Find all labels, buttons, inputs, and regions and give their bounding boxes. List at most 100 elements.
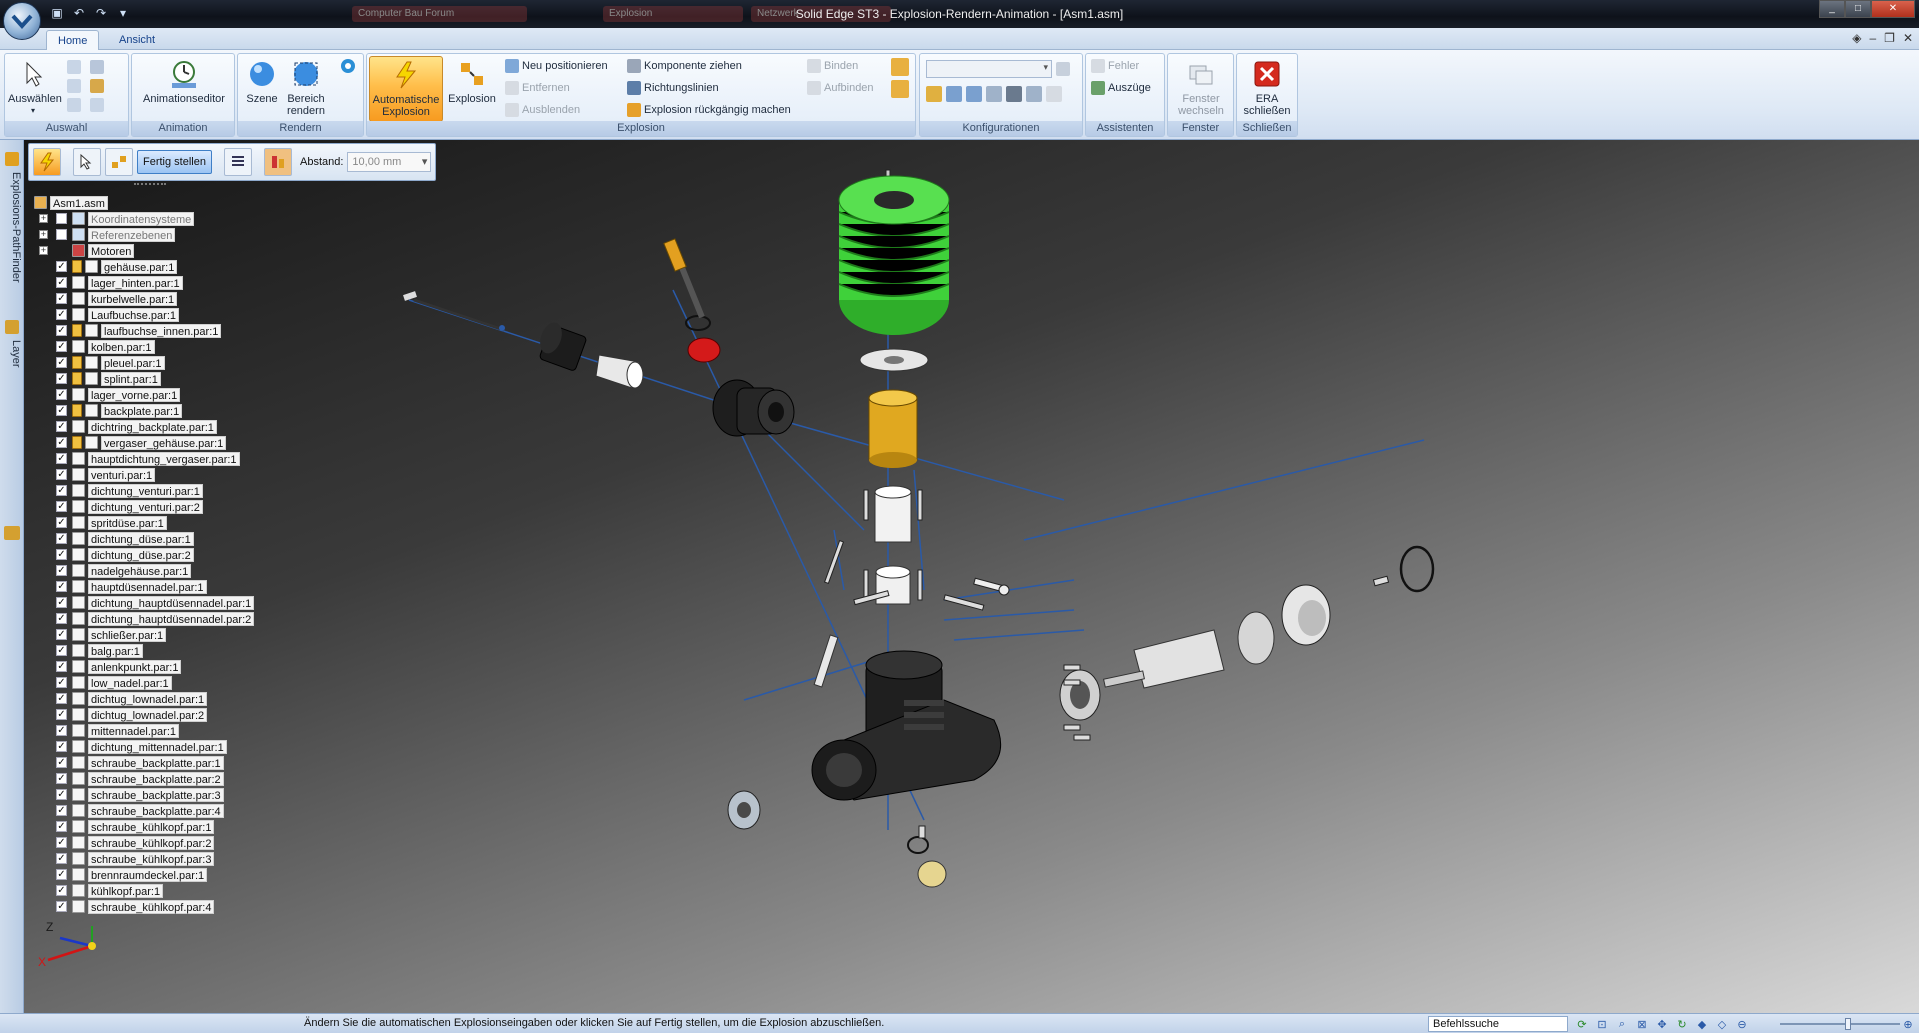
explosion-settings-icon[interactable] — [105, 148, 133, 176]
tree-part[interactable]: ✓ schraube_kühlkopf.par:3 — [32, 851, 292, 867]
flow-lines-edit-icon[interactable] — [891, 80, 909, 98]
tree-part[interactable]: ✓ kolben.par:1 — [32, 339, 292, 355]
zoom-slider-thumb[interactable] — [1845, 1018, 1851, 1030]
visibility-checkbox[interactable]: ✓ — [56, 645, 67, 656]
visibility-checkbox[interactable]: ✓ — [56, 885, 67, 896]
tree-part[interactable]: ✓ dichtung_hauptdüsennadel.par:2 — [32, 611, 292, 627]
visibility-checkbox[interactable]: ✓ — [56, 693, 67, 704]
unbind-button[interactable]: Aufbinden — [807, 79, 874, 97]
shading-icon[interactable]: ◇ — [1714, 1016, 1730, 1032]
visibility-checkbox[interactable]: ✓ — [56, 357, 67, 368]
visibility-checkbox[interactable]: ✓ — [56, 469, 67, 480]
rotate-icon[interactable]: ↻ — [1674, 1016, 1690, 1032]
tree-part[interactable]: ✓ dichtung_düse.par:1 — [32, 531, 292, 547]
folder-icon[interactable] — [4, 526, 20, 540]
flow-lines-icon[interactable] — [891, 58, 909, 76]
application-button[interactable] — [3, 2, 41, 40]
command-search-input[interactable]: Befehlssuche — [1428, 1016, 1568, 1032]
expand-icon[interactable]: + — [39, 230, 48, 239]
zoom-icon[interactable]: ⌕ — [1614, 1016, 1630, 1032]
visibility-checkbox[interactable]: ✓ — [56, 661, 67, 672]
visibility-checkbox[interactable]: ✓ — [56, 901, 67, 912]
visibility-checkbox[interactable]: ✓ — [56, 261, 67, 272]
tree-part[interactable]: ✓ splint.par:1 — [32, 371, 292, 387]
auto-explosion-icon[interactable] — [33, 148, 61, 176]
visibility-checkbox[interactable]: ✓ — [56, 581, 67, 592]
extracts-button[interactable]: Auszüge — [1091, 79, 1151, 97]
tree-part[interactable]: ✓ mittennadel.par:1 — [32, 723, 292, 739]
config-link-icon[interactable] — [1026, 86, 1042, 102]
visibility-checkbox[interactable]: ✓ — [56, 421, 67, 432]
tree-part[interactable]: ✓ nadelgehäuse.par:1 — [32, 563, 292, 579]
visibility-checkbox[interactable]: ✓ — [56, 517, 67, 528]
help-icon[interactable]: ◈ — [1852, 31, 1861, 45]
visibility-checkbox[interactable]: ✓ — [56, 741, 67, 752]
visibility-checkbox[interactable]: ✓ — [56, 613, 67, 624]
tree-part[interactable]: ✓ kurbelwelle.par:1 — [32, 291, 292, 307]
visibility-checkbox[interactable]: ✓ — [56, 821, 67, 832]
filter-icon[interactable] — [67, 79, 81, 93]
visibility-checkbox[interactable]: ✓ — [56, 805, 67, 816]
visibility-checkbox[interactable]: ✓ — [56, 485, 67, 496]
tree-part[interactable]: ✓ dichtung_hauptdüsennadel.par:1 — [32, 595, 292, 611]
maximize-icon[interactable]: □ — [1845, 0, 1871, 18]
visibility-checkbox[interactable]: ✓ — [56, 405, 67, 416]
tree-part[interactable]: ✓ pleuel.par:1 — [32, 355, 292, 371]
config-zone-icon[interactable] — [966, 86, 982, 102]
refresh-icon[interactable]: ⟳ — [1574, 1016, 1590, 1032]
select-filter-icon[interactable] — [67, 60, 81, 74]
close-icon[interactable]: ✕ — [1903, 31, 1913, 45]
tree-part[interactable]: ✓ dichtung_mittennadel.par:1 — [32, 739, 292, 755]
save-config-icon[interactable] — [1056, 62, 1070, 76]
zoom-in-icon[interactable]: ⊕ — [1900, 1016, 1916, 1032]
visibility-checkbox[interactable]: ✓ — [56, 837, 67, 848]
tree-part[interactable]: ✓ Laufbuchse.par:1 — [32, 307, 292, 323]
visibility-checkbox[interactable] — [56, 229, 67, 240]
tree-part[interactable]: ✓ spritdüse.par:1 — [32, 515, 292, 531]
tree-part[interactable]: ✓ venturi.par:1 — [32, 467, 292, 483]
explosion-button[interactable]: Explosion — [446, 56, 498, 105]
visibility-checkbox[interactable] — [56, 213, 67, 224]
tree-part[interactable]: ✓ schraube_backplatte.par:4 — [32, 803, 292, 819]
visibility-checkbox[interactable]: ✓ — [56, 341, 67, 352]
visibility-checkbox[interactable]: ✓ — [56, 277, 67, 288]
tree-part[interactable]: ✓ schraube_backplatte.par:1 — [32, 755, 292, 771]
visibility-checkbox[interactable]: ✓ — [56, 325, 67, 336]
tab-home[interactable]: Home — [46, 30, 100, 50]
tree-part[interactable]: ✓ hauptdüsennadel.par:1 — [32, 579, 292, 595]
tree-part[interactable]: ✓ hauptdichtung_vergaser.par:1 — [32, 451, 292, 467]
list-icon[interactable] — [223, 148, 252, 176]
config-view-icon[interactable] — [986, 86, 1002, 102]
tree-part[interactable]: ✓ laufbuchse_innen.par:1 — [32, 323, 292, 339]
tree-part[interactable]: ✓ schraube_kühlkopf.par:1 — [32, 819, 292, 835]
errors-button[interactable]: Fehler — [1091, 57, 1139, 75]
tree-part[interactable]: ✓ kühlkopf.par:1 — [32, 883, 292, 899]
tree-part[interactable]: ✓ dichtug_lownadel.par:1 — [32, 691, 292, 707]
tree-part[interactable]: ✓ schließer.par:1 — [32, 627, 292, 643]
visibility-checkbox[interactable]: ✓ — [56, 773, 67, 784]
visibility-checkbox[interactable]: ✓ — [56, 501, 67, 512]
tree-part[interactable]: ✓ brennraumdeckel.par:1 — [32, 867, 292, 883]
direction-lines-button[interactable]: Richtungslinien — [627, 79, 719, 97]
visibility-checkbox[interactable]: ✓ — [56, 437, 67, 448]
close-icon[interactable]: ✕ — [1871, 0, 1915, 18]
config-new-icon[interactable] — [926, 86, 942, 102]
restore-icon[interactable]: ❐ — [1884, 31, 1895, 45]
remove-button[interactable]: Entfernen — [505, 79, 570, 97]
switch-window-button[interactable]: Fenster wechseln — [1170, 56, 1232, 117]
tree-group[interactable]: + Koordinatensysteme — [32, 211, 292, 227]
tree-part[interactable]: ✓ low_nadel.par:1 — [32, 675, 292, 691]
select-components-icon[interactable] — [73, 148, 101, 176]
pan-icon[interactable]: ✥ — [1654, 1016, 1670, 1032]
tree-part[interactable]: ✓ dichtug_lownadel.par:2 — [32, 707, 292, 723]
auto-explosion-button[interactable]: Automatische Explosion — [369, 56, 443, 122]
reposition-button[interactable]: Neu positionieren — [505, 57, 608, 75]
expand-icon[interactable]: + — [39, 214, 48, 223]
tree-group[interactable]: + Referenzebenen — [32, 227, 292, 243]
select-tree-icon[interactable] — [67, 98, 81, 112]
tree-part[interactable]: ✓ balg.par:1 — [32, 643, 292, 659]
select-box-icon[interactable] — [90, 98, 104, 112]
drag-grip[interactable] — [134, 183, 166, 187]
visibility-checkbox[interactable]: ✓ — [56, 597, 67, 608]
lock-icon[interactable] — [90, 79, 104, 93]
